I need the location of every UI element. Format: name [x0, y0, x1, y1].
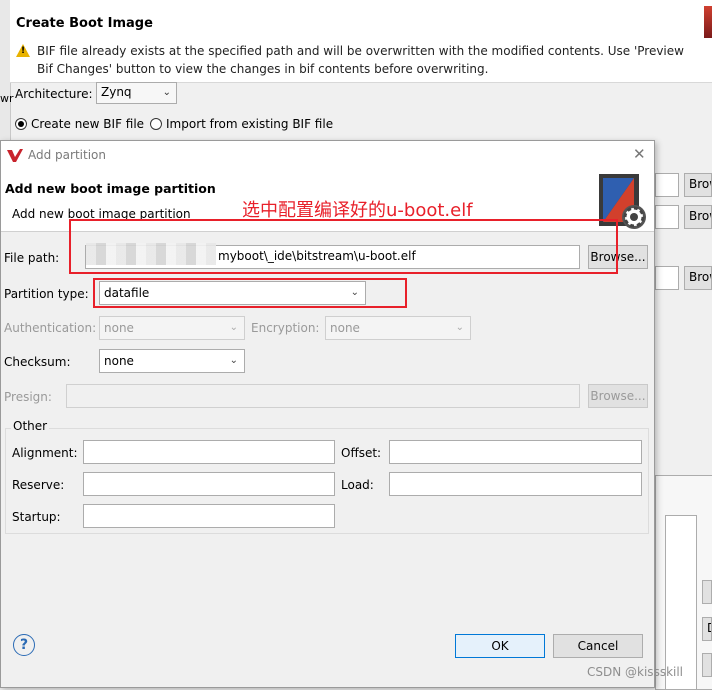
startup-input[interactable] — [83, 504, 335, 528]
load-label: Load: — [341, 478, 374, 492]
bg-logo-icon — [704, 6, 712, 38]
bg-browse-button[interactable]: Brow — [684, 173, 712, 197]
bg-text-field[interactable] — [655, 173, 679, 197]
chevron-down-icon: ⌄ — [229, 322, 238, 333]
annotation-text: 选中配置编译好的u-boot.elf — [242, 200, 473, 221]
checksum-select[interactable]: none ⌄ — [99, 349, 245, 373]
annotation-box-file-path — [69, 219, 618, 274]
authentication-select[interactable]: none ⌄ — [99, 316, 245, 340]
architecture-value: Zynq — [101, 85, 132, 99]
bg-side-button[interactable] — [702, 653, 712, 677]
chevron-down-icon: ⌄ — [162, 87, 171, 98]
reserve-input[interactable] — [83, 472, 335, 496]
radio-import-label: Import from existing BIF file — [166, 117, 334, 131]
architecture-label: Architecture: — [15, 87, 93, 101]
offset-label: Offset: — [341, 446, 382, 460]
checksum-label: Checksum: — [4, 355, 71, 369]
help-icon[interactable]: ? — [13, 634, 35, 656]
bg-list-box[interactable] — [665, 515, 697, 690]
startup-label: Startup: — [12, 510, 61, 524]
radio-create-label: Create new BIF file — [31, 117, 145, 131]
cancel-button[interactable]: Cancel — [553, 634, 643, 658]
alignment-input[interactable] — [83, 440, 335, 464]
presign-browse-button[interactable]: Browse... — [588, 384, 648, 408]
reserve-label: Reserve: — [12, 478, 65, 492]
architecture-select[interactable]: Zynq ⌄ — [96, 82, 177, 104]
bg-warning-message: BIF file already exists at the specified… — [37, 44, 684, 76]
authentication-value: none — [104, 321, 134, 335]
radio-import-bif[interactable] — [150, 118, 162, 130]
bg-side-button[interactable]: D — [702, 617, 712, 641]
presign-label: Presign: — [4, 390, 52, 404]
offset-input[interactable] — [389, 440, 642, 464]
presign-input[interactable] — [66, 384, 580, 408]
annotation-box-partition-type — [93, 278, 407, 308]
dialog-title: Add partition — [28, 148, 106, 162]
encryption-select[interactable]: none ⌄ — [325, 316, 471, 340]
bg-browse-button[interactable]: Brow — [684, 266, 712, 290]
dialog-titlebar: Add partition ✕ — [1, 141, 654, 171]
partition-type-label: Partition type: — [4, 287, 89, 301]
bg-text-field[interactable] — [655, 205, 679, 229]
banner-title: Add new boot image partition — [5, 181, 216, 196]
alignment-label: Alignment: — [12, 446, 78, 460]
file-path-label: File path: — [4, 251, 60, 265]
checksum-value: none — [104, 354, 134, 368]
ok-button[interactable]: OK — [455, 634, 545, 658]
side-letter: wr — [0, 92, 14, 105]
authentication-label: Authentication: — [4, 321, 97, 335]
radio-create-new-bif[interactable] — [15, 118, 27, 130]
bg-browse-button[interactable]: Brow — [684, 205, 712, 229]
other-group-legend: Other — [11, 419, 50, 433]
encryption-value: none — [330, 321, 360, 335]
warning-icon: ! — [16, 44, 30, 57]
chevron-down-icon: ⌄ — [455, 322, 464, 333]
watermark-text: CSDN @kissskill — [587, 665, 684, 679]
bg-dialog-title: Create Boot Image — [16, 16, 153, 31]
vivado-logo-icon — [7, 149, 23, 162]
chevron-down-icon: ⌄ — [229, 355, 238, 366]
encryption-label: Encryption: — [251, 321, 320, 335]
bg-text-field[interactable] — [655, 266, 679, 290]
load-input[interactable] — [389, 472, 642, 496]
close-icon[interactable]: ✕ — [633, 145, 646, 163]
bg-side-button[interactable] — [702, 580, 712, 604]
